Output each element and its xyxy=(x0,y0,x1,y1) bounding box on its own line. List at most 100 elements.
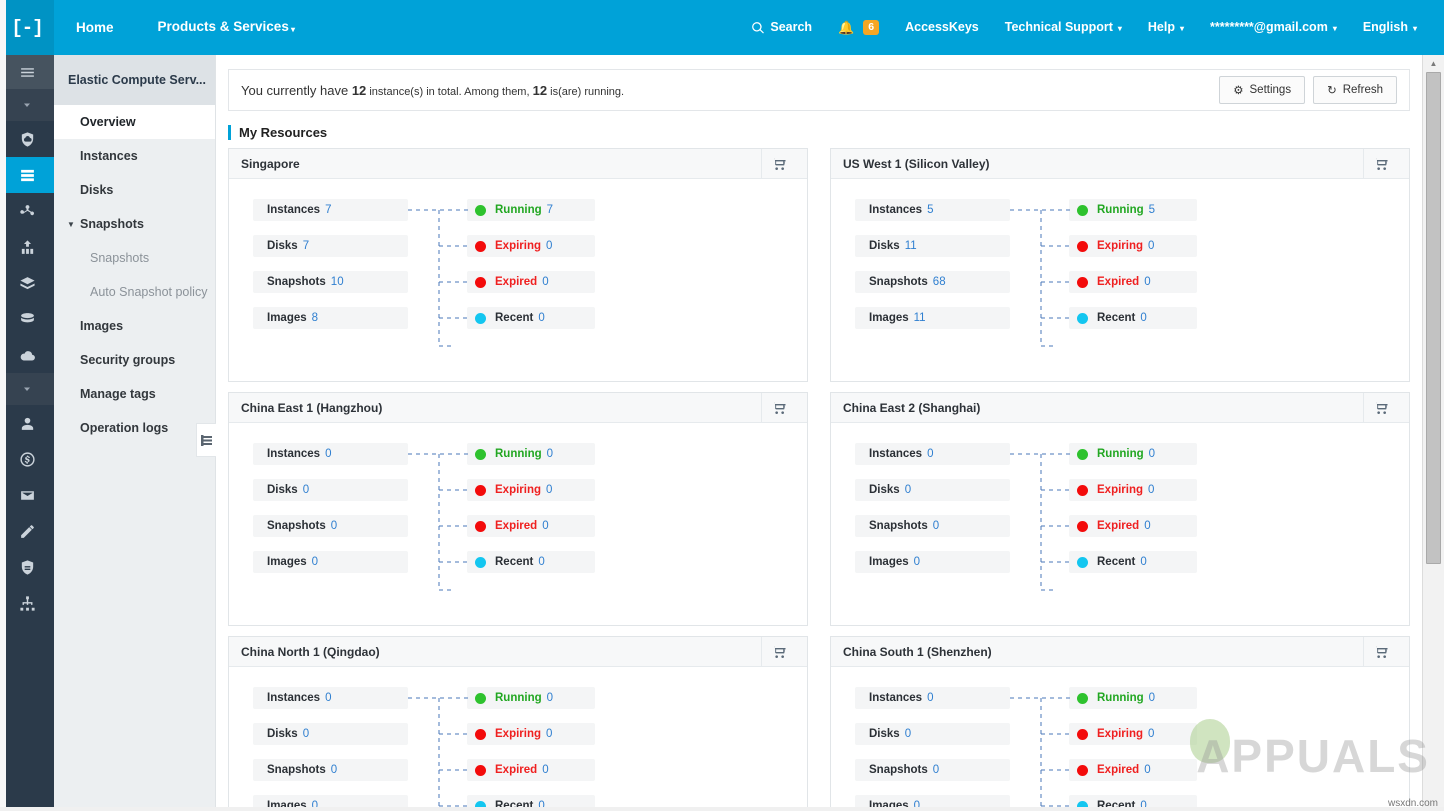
resource-count-pill[interactable]: Snapshots68 xyxy=(855,271,1010,293)
rail-item-billing-dollar[interactable] xyxy=(0,441,54,477)
status-label: Recent xyxy=(1097,312,1135,324)
buy-cart-button[interactable] xyxy=(761,393,795,423)
nav-right-search[interactable]: Search xyxy=(738,0,825,55)
buy-cart-button[interactable] xyxy=(1363,637,1397,667)
rail-item-sitemap[interactable] xyxy=(0,585,54,621)
resource-count-pill[interactable]: Instances0 xyxy=(253,443,408,465)
resource-count-pill[interactable]: Images0 xyxy=(253,551,408,573)
buy-cart-button[interactable] xyxy=(761,149,795,179)
resource-status-pill[interactable]: Expiring0 xyxy=(467,235,595,257)
resource-count-pill[interactable]: Instances0 xyxy=(855,687,1010,709)
resource-status-pill[interactable]: Recent0 xyxy=(467,551,595,573)
rail-item-database[interactable] xyxy=(0,301,54,337)
rail-item-load-balancer[interactable] xyxy=(0,229,54,265)
nav-right-bell-icon[interactable]: 🔔6 xyxy=(825,0,892,55)
resource-count-pill[interactable]: Disks0 xyxy=(253,723,408,745)
resource-status-pill[interactable]: Expiring0 xyxy=(1069,723,1197,745)
resource-status-pill[interactable]: Running0 xyxy=(467,443,595,465)
sidebar-collapse-handle[interactable] xyxy=(196,423,216,457)
resource-status-pill[interactable]: Expired0 xyxy=(1069,515,1197,537)
rail-item-pencil[interactable] xyxy=(0,513,54,549)
buy-cart-button[interactable] xyxy=(1363,149,1397,179)
rail-item-server-stack[interactable] xyxy=(0,157,54,193)
sidebar-item-snapshots[interactable]: ▼Snapshots xyxy=(54,207,215,241)
rail-item-hamburger-menu[interactable] xyxy=(0,55,54,89)
sidebar-item-overview[interactable]: Overview xyxy=(54,105,215,139)
scroll-up-arrow-icon[interactable]: ▲ xyxy=(1423,55,1444,72)
nav-right-gmail-com[interactable]: *********@gmail.com▾ xyxy=(1197,0,1350,55)
nav-right-technical-support[interactable]: Technical Support▾ xyxy=(992,0,1135,55)
rail-item-chevron-down[interactable] xyxy=(0,373,54,405)
nav-right-english[interactable]: English▾ xyxy=(1350,0,1430,55)
resource-count-pill[interactable]: Snapshots0 xyxy=(855,759,1010,781)
sidebar-item-operation-logs[interactable]: Operation logs xyxy=(54,411,215,445)
nav-right-label: Help xyxy=(1148,0,1175,55)
nav-right-help[interactable]: Help▾ xyxy=(1135,0,1197,55)
status-label: Expired xyxy=(1097,276,1139,288)
resource-count-pill[interactable]: Snapshots0 xyxy=(253,759,408,781)
rail-item-chevron-down[interactable] xyxy=(0,89,54,121)
resource-count-pill[interactable]: Instances0 xyxy=(253,687,408,709)
resource-status-pill[interactable]: Expired0 xyxy=(1069,759,1197,781)
sidebar-item-disks[interactable]: Disks xyxy=(54,173,215,207)
resource-count-pill[interactable]: Images11 xyxy=(855,307,1010,329)
status-value: 0 xyxy=(542,764,548,776)
sidebar-item-images[interactable]: Images xyxy=(54,309,215,343)
resource-count-pill[interactable]: Disks0 xyxy=(855,723,1010,745)
resource-status-pill[interactable]: Expired0 xyxy=(1069,271,1197,293)
status-dot-cyan xyxy=(1077,557,1088,568)
resource-status-pill[interactable]: Recent0 xyxy=(467,307,595,329)
rail-item-storage-box[interactable] xyxy=(0,265,54,301)
resource-status-pill[interactable]: Running0 xyxy=(467,687,595,709)
resource-count-pill[interactable]: Snapshots0 xyxy=(855,515,1010,537)
resource-status-pill[interactable]: Expiring0 xyxy=(467,723,595,745)
resource-count-pill[interactable]: Images8 xyxy=(253,307,408,329)
nav-right-accesskeys[interactable]: AccessKeys xyxy=(892,0,992,55)
brand-logo-button[interactable]: [-] xyxy=(0,0,54,55)
buy-cart-button[interactable] xyxy=(1363,393,1397,423)
resource-count-pill[interactable]: Disks0 xyxy=(253,479,408,501)
resource-status-pill[interactable]: Expiring0 xyxy=(467,479,595,501)
resource-count-pill[interactable]: Instances7 xyxy=(253,199,408,221)
resource-status-pill[interactable]: Expired0 xyxy=(467,515,595,537)
rail-item-network-nodes[interactable] xyxy=(0,193,54,229)
resource-status-pill[interactable]: Recent0 xyxy=(1069,307,1197,329)
resource-count-pill[interactable]: Instances5 xyxy=(855,199,1010,221)
resource-status-pill[interactable]: Recent0 xyxy=(1069,551,1197,573)
resource-label: Instances xyxy=(267,448,320,460)
sidebar-item-instances[interactable]: Instances xyxy=(54,139,215,173)
page-scrollbar[interactable]: ▲ xyxy=(1422,55,1444,811)
rail-item-cloud[interactable] xyxy=(0,337,54,373)
resource-count-pill[interactable]: Snapshots0 xyxy=(253,515,408,537)
refresh-button[interactable]: ↻ Refresh xyxy=(1313,76,1397,104)
sidebar-item-auto-snapshot-policy-sub[interactable]: Auto Snapshot policy xyxy=(54,275,215,309)
resource-status-pill[interactable]: Expired0 xyxy=(467,759,595,781)
scrollbar-thumb[interactable] xyxy=(1426,72,1441,564)
buy-cart-button[interactable] xyxy=(761,637,795,667)
resource-status-pill[interactable]: Expired0 xyxy=(467,271,595,293)
resource-status-pill[interactable]: Running5 xyxy=(1069,199,1197,221)
sidebar-item-snapshots-sub[interactable]: Snapshots xyxy=(54,241,215,275)
resource-count-pill[interactable]: Snapshots10 xyxy=(253,271,408,293)
resource-status-pill[interactable]: Expiring0 xyxy=(1069,235,1197,257)
resource-status-pill[interactable]: Expiring0 xyxy=(1069,479,1197,501)
resource-count-pill[interactable]: Disks0 xyxy=(855,479,1010,501)
nav-right-label: Technical Support xyxy=(1005,0,1113,55)
rail-item-user[interactable] xyxy=(0,405,54,441)
resource-count-pill[interactable]: Images0 xyxy=(855,551,1010,573)
rail-item-shield-cloud[interactable] xyxy=(0,121,54,157)
resource-status-pill[interactable]: Running7 xyxy=(467,199,595,221)
resource-count-pill[interactable]: Disks11 xyxy=(855,235,1010,257)
nav-item-products-services[interactable]: Products & Services ▾ xyxy=(136,0,318,56)
rail-item-mail[interactable] xyxy=(0,477,54,513)
resource-count-pill[interactable]: Disks7 xyxy=(253,235,408,257)
sidebar-item-security-groups[interactable]: Security groups xyxy=(54,343,215,377)
sidebar-item-manage-tags[interactable]: Manage tags xyxy=(54,377,215,411)
resource-status-pill[interactable]: Running0 xyxy=(1069,687,1197,709)
nav-item-home[interactable]: Home xyxy=(54,0,136,55)
resource-count-pill[interactable]: Instances0 xyxy=(855,443,1010,465)
sidebar-item-label: Snapshots xyxy=(80,217,144,231)
resource-status-pill[interactable]: Running0 xyxy=(1069,443,1197,465)
rail-item-security-shield[interactable] xyxy=(0,549,54,585)
settings-button[interactable]: ⚙ Settings xyxy=(1219,76,1305,104)
